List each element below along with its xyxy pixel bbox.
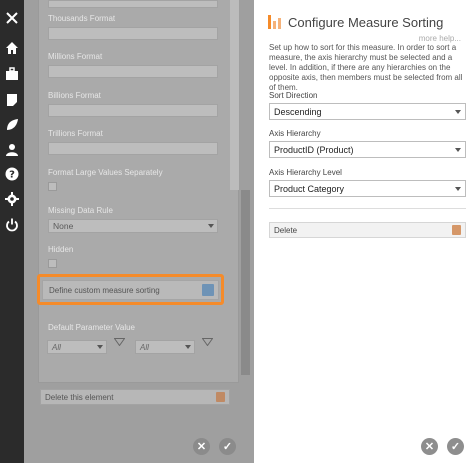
chevron-down-icon <box>455 110 461 114</box>
missing-data-rule-label: Missing Data Rule <box>48 206 113 215</box>
billions-format-field[interactable] <box>48 104 218 117</box>
format-large-values-label: Format Large Values Separately <box>48 168 163 177</box>
millions-format-field[interactable] <box>48 65 218 78</box>
triangle-down-icon[interactable] <box>114 338 125 346</box>
trash-icon <box>452 225 461 235</box>
missing-data-rule-select[interactable]: None <box>48 219 218 233</box>
panel-title: Configure Measure Sorting <box>288 15 444 30</box>
user-icon[interactable] <box>4 142 20 158</box>
hidden-label: Hidden <box>48 245 74 254</box>
props-ok-button[interactable]: ✓ <box>219 438 236 455</box>
chevron-down-icon <box>185 345 191 349</box>
axis-hierarchy-select[interactable]: ProductID (Product) <box>269 141 466 158</box>
sort-direction-value: Descending <box>274 107 322 117</box>
settings-icon[interactable] <box>4 191 20 207</box>
delete-element-button[interactable]: Delete this element <box>40 389 230 405</box>
parameter-select-1-value: All <box>52 343 61 352</box>
axis-hierarchy-level-select[interactable]: Product Category <box>269 180 466 197</box>
axis-hierarchy-value: ProductID (Product) <box>274 145 354 155</box>
parameter-select-2-value: All <box>140 343 149 352</box>
scrollbar-track[interactable] <box>230 0 239 190</box>
svg-text:?: ? <box>9 170 15 181</box>
billions-format-label: Billions Format <box>48 91 101 100</box>
trash-icon <box>216 392 225 402</box>
help-icon[interactable]: ? <box>4 166 20 182</box>
format-field-top[interactable] <box>48 0 218 8</box>
app-logo-icon <box>268 15 281 29</box>
thousands-format-label: Thousands Format <box>48 14 116 23</box>
briefcase-icon[interactable] <box>4 66 20 82</box>
parameter-select-2[interactable]: All <box>135 340 195 354</box>
hidden-checkbox[interactable] <box>48 259 57 268</box>
axis-hierarchy-level-label: Axis Hierarchy Level <box>269 168 342 177</box>
more-help-link[interactable]: more help... <box>419 34 461 43</box>
thousands-format-field[interactable] <box>48 27 218 40</box>
default-parameter-label: Default Parameter Value <box>48 323 136 332</box>
properties-form: Thousands Format Millions Format Billion… <box>38 0 239 383</box>
parameter-select-1[interactable]: All <box>47 340 107 354</box>
format-large-values-checkbox[interactable] <box>48 182 57 191</box>
chevron-down-icon <box>97 345 103 349</box>
home-icon[interactable] <box>4 40 20 56</box>
sort-direction-label: Sort Direction <box>269 91 318 100</box>
close-x-icon[interactable] <box>4 10 20 26</box>
sort-direction-select[interactable]: Descending <box>269 103 466 120</box>
delete-label: Delete <box>274 226 298 235</box>
delete-element-label: Delete this element <box>45 393 114 402</box>
missing-data-rule-value: None <box>53 221 74 231</box>
axis-hierarchy-label: Axis Hierarchy <box>269 129 321 138</box>
chevron-down-icon <box>455 148 461 152</box>
cancel-button[interactable]: ✕ <box>421 438 438 455</box>
configure-measure-sorting-panel: Configure Measure Sorting more help... S… <box>254 0 474 463</box>
triangle-down-icon[interactable] <box>202 338 213 346</box>
nav-rail: ? <box>0 0 24 463</box>
chevron-down-icon <box>455 187 461 191</box>
scrollbar-thumb[interactable] <box>241 190 250 375</box>
trillions-format-field[interactable] <box>48 142 218 155</box>
chevron-down-icon <box>208 224 214 228</box>
power-icon[interactable] <box>4 217 20 233</box>
props-cancel-button[interactable]: ✕ <box>193 438 210 455</box>
leaf-icon[interactable] <box>4 117 20 133</box>
ok-button[interactable]: ✓ <box>447 438 464 455</box>
axis-hierarchy-level-value: Product Category <box>274 184 345 194</box>
divider <box>269 208 466 209</box>
trillions-format-label: Trillions Format <box>48 129 103 138</box>
note-icon[interactable] <box>4 92 20 108</box>
millions-format-label: Millions Format <box>48 52 103 61</box>
panel-description: Set up how to sort for this measure. In … <box>269 43 463 92</box>
custom-sorting-highlight <box>37 274 224 305</box>
delete-button[interactable]: Delete <box>269 222 466 238</box>
